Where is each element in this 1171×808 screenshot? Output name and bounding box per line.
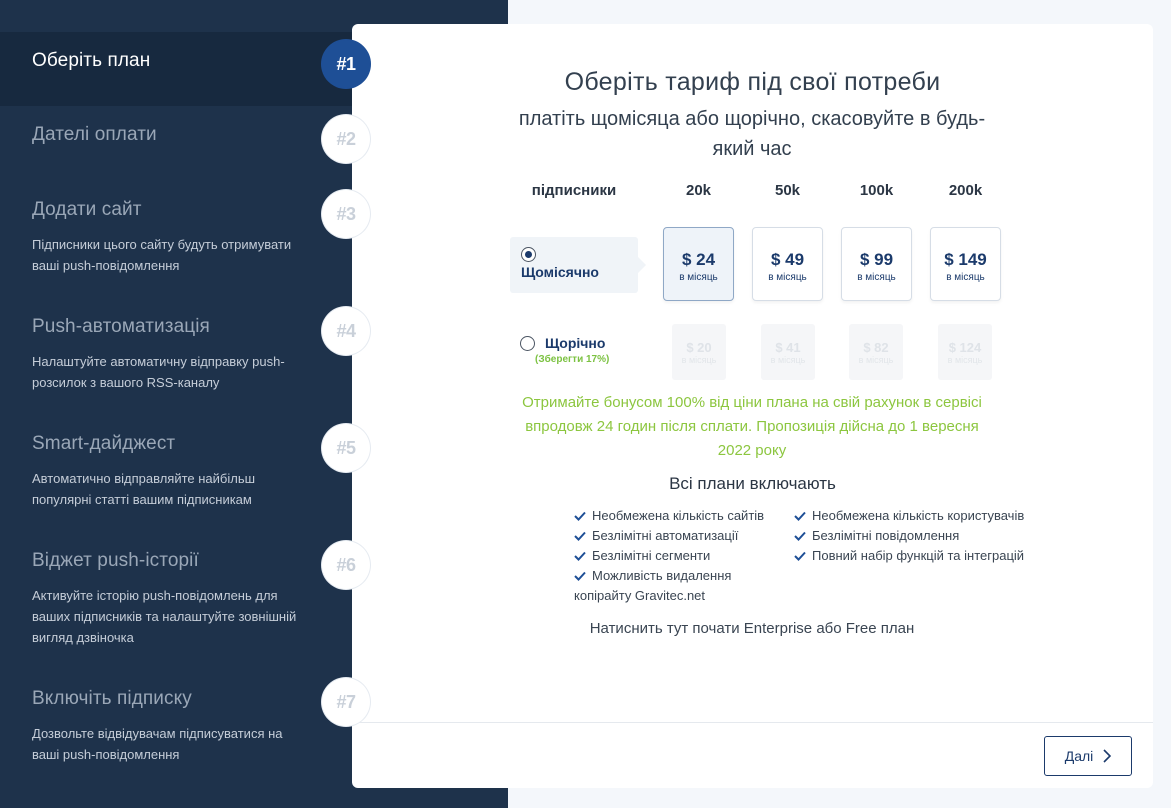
step-number-badge: #3 [322, 190, 370, 238]
price-period: в місяць [857, 272, 896, 283]
monthly-price-200k[interactable]: $ 149 в місяць [930, 227, 1001, 301]
step-description: Підписники цього сайту будуть отримувати… [32, 237, 292, 273]
check-icon [794, 551, 806, 561]
price-amount: $ 124 [948, 340, 982, 355]
includes-title: Всі плани включають [669, 474, 836, 493]
step-title: Додати сайт [32, 199, 142, 220]
monthly-price-100k[interactable]: $ 99 в місяць [841, 227, 912, 301]
yearly-price-20k[interactable]: $ 20 в місяць [672, 324, 726, 380]
check-icon [794, 531, 806, 541]
yearly-label[interactable]: Щорічно [545, 335, 605, 351]
feature-item: Безлімітні сегменти [574, 546, 774, 566]
step-number-badge: #5 [322, 424, 370, 472]
step-number-badge: #2 [322, 115, 370, 163]
monthly-option[interactable]: Щомісячно [510, 237, 646, 293]
price-period: в місяць [858, 355, 894, 365]
check-icon [794, 511, 806, 521]
step-description: Активуйте історію push-повідомлень для в… [32, 588, 297, 645]
page-title: Оберіть тариф під свої потреби [564, 68, 941, 96]
step-payment-details[interactable]: Дателі оплати [0, 118, 352, 158]
feature-item: Можливість видалення копірайту Gravitec.… [574, 568, 732, 603]
step-title: Дателі оплати [32, 124, 157, 145]
step-description: Налаштуйте автоматичну відправку push-ро… [32, 354, 285, 390]
next-button-label: Далі [1064, 748, 1094, 764]
tier-header-200k: 200k [948, 182, 983, 199]
price-amount: $ 49 [770, 250, 805, 269]
page-subtitle: платіть щомісяца або щорічно, скасовуйте… [518, 108, 986, 160]
yearly-radio[interactable] [520, 336, 535, 351]
enterprise-free-link[interactable]: Натиснить тут почати Enterprise або Free… [187, 620, 1171, 637]
step-title: Віджет push-історії [32, 550, 199, 571]
price-amount: $ 82 [863, 340, 889, 355]
check-icon [574, 531, 586, 541]
price-amount: $ 149 [944, 250, 987, 269]
tier-header-20k: 20k [685, 182, 712, 199]
yearly-price-50k[interactable]: $ 41 в місяць [761, 324, 815, 380]
step-push-automation[interactable]: Push-автоматизація Налаштуйте автоматичн… [0, 310, 352, 400]
yearly-price-200k[interactable]: $ 124 в місяць [938, 324, 992, 380]
step-title: Smart-дайджест [32, 433, 176, 454]
bonus-offer-text: Отримайте бонусом 100% від ціни плана на… [522, 394, 982, 459]
check-icon [574, 551, 586, 561]
tier-header-100k: 100k [859, 182, 894, 199]
step-title: Push-автоматизація [32, 316, 210, 337]
check-icon [574, 571, 586, 581]
step-choose-plan[interactable]: Оберіть план [0, 32, 352, 106]
price-amount: $ 20 [686, 340, 712, 355]
monthly-price-50k[interactable]: $ 49 в місяць [752, 227, 823, 301]
step-title: Включіть підписку [32, 688, 192, 709]
step-push-history-widget[interactable]: Віджет push-історії Активуйте історію pu… [0, 544, 352, 654]
check-icon [574, 511, 586, 521]
price-period: в місяць [770, 355, 806, 365]
step-number-badge: #7 [322, 678, 370, 726]
step-number-badge: #4 [322, 307, 370, 355]
step-smart-digest[interactable]: Smart-дайджест Автоматично відправляйте … [0, 427, 352, 517]
yearly-save-label: (Зберегти 17%) [535, 354, 610, 365]
price-amount: $ 24 [681, 250, 716, 269]
next-button[interactable]: Далі [1044, 736, 1132, 776]
price-period: в місяць [679, 272, 718, 283]
feature-item: Необмежена кількість користувачів [794, 506, 1044, 526]
feature-item: Безлімітні повідомлення [794, 526, 1044, 546]
step-title: Оберіть план [32, 50, 151, 71]
feature-item: Безлімітні автоматизації [574, 526, 774, 546]
feature-item: Необмежена кількість сайтів [574, 506, 774, 526]
step-add-site[interactable]: Додати сайт Підписники цього сайту будут… [0, 193, 352, 283]
footer-divider [352, 722, 1153, 723]
monthly-label: Щомісячно [521, 264, 599, 280]
monthly-radio[interactable] [521, 247, 536, 262]
price-period: в місяць [947, 355, 983, 365]
price-period: в місяць [681, 355, 717, 365]
plan-card: Оберіть тариф під свої потреби платіть щ… [352, 24, 1153, 788]
step-description: Автоматично відправляйте найбільш популя… [32, 471, 256, 507]
step-number-badge: #6 [322, 541, 370, 589]
tier-header-50k: 50k [774, 182, 801, 199]
feature-item: Повний набір функцій та інтеграцій [794, 546, 1044, 566]
price-amount: $ 99 [859, 250, 894, 269]
chevron-right-icon [1103, 749, 1112, 763]
price-period: в місяць [946, 272, 985, 283]
monthly-price-20k[interactable]: $ 24 в місяць [663, 227, 734, 301]
price-amount: $ 41 [775, 340, 801, 355]
price-period: в місяць [768, 272, 807, 283]
step-enable-subscription[interactable]: Включіть підписку Дозвольте відвідувачам… [0, 682, 352, 772]
step-description: Дозвольте відвідувачам підписуватися на … [32, 726, 283, 762]
step-number-badge: #1 [322, 40, 370, 88]
subscribers-header: підписники [531, 182, 617, 199]
yearly-price-100k[interactable]: $ 82 в місяць [849, 324, 903, 380]
